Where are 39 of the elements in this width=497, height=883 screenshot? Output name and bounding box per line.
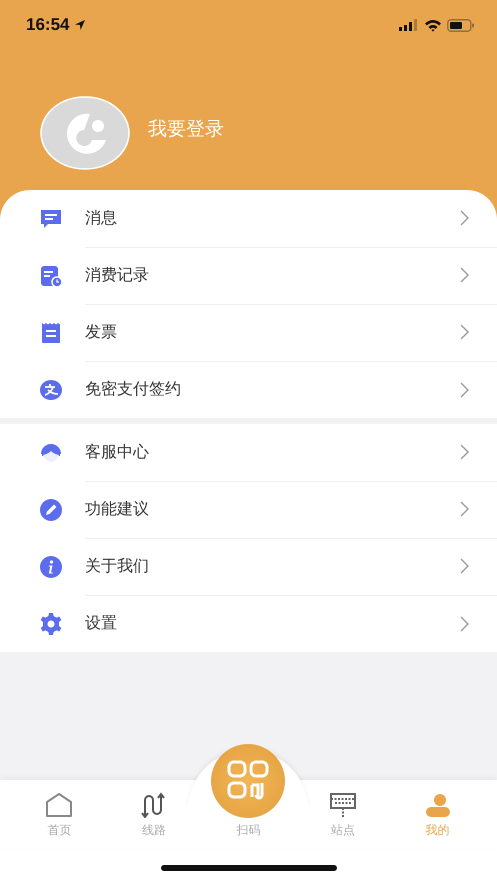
- person-icon: [424, 792, 452, 818]
- menu-label: 功能建议: [85, 498, 149, 520]
- avatar-logo-icon[interactable]: [40, 96, 130, 170]
- station-icon: [329, 792, 358, 818]
- menu-label: 消费记录: [85, 264, 149, 286]
- chevron-right-icon: [460, 267, 469, 283]
- menu-item[interactable]: 免密支付签约: [0, 361, 497, 418]
- chevron-right-icon: [460, 501, 469, 517]
- payment-icon: [39, 378, 63, 402]
- menu-label: 消息: [85, 208, 117, 228]
- menu-item[interactable]: 发票: [0, 304, 497, 361]
- chevron-right-icon: [460, 444, 469, 460]
- menu-label: 关于我们: [85, 556, 149, 576]
- menu-item[interactable]: 设置: [0, 595, 497, 652]
- menu-label: 免密支付签约: [85, 379, 181, 400]
- receipt-icon: [39, 264, 63, 288]
- menu-item[interactable]: 消费记录: [0, 247, 497, 304]
- chevron-right-icon: [460, 616, 469, 632]
- chevron-right-icon: [460, 382, 469, 398]
- wifi-icon: [424, 18, 442, 32]
- menu-label: 发票: [85, 322, 117, 342]
- location-arrow-icon: [74, 19, 86, 31]
- menu-label: 客服中心: [85, 442, 149, 462]
- battery-icon: [447, 18, 475, 32]
- pencil-icon: [39, 498, 63, 522]
- status-time: 16:54: [26, 15, 70, 35]
- chevron-right-icon: [460, 324, 469, 340]
- chevron-right-icon: [460, 558, 469, 574]
- signal-icon: [399, 19, 419, 31]
- info-icon: [39, 554, 63, 578]
- menu-item[interactable]: 功能建议: [0, 481, 497, 538]
- menu-item[interactable]: 客服中心: [0, 424, 497, 481]
- menu-label: 设置: [85, 613, 117, 634]
- chevron-right-icon: [460, 210, 469, 226]
- settings-icon: [39, 612, 63, 636]
- menu-item[interactable]: 关于我们: [0, 538, 497, 595]
- invoice-icon: [39, 320, 63, 344]
- menu-item[interactable]: 消息: [0, 190, 497, 247]
- home-icon: [45, 792, 74, 818]
